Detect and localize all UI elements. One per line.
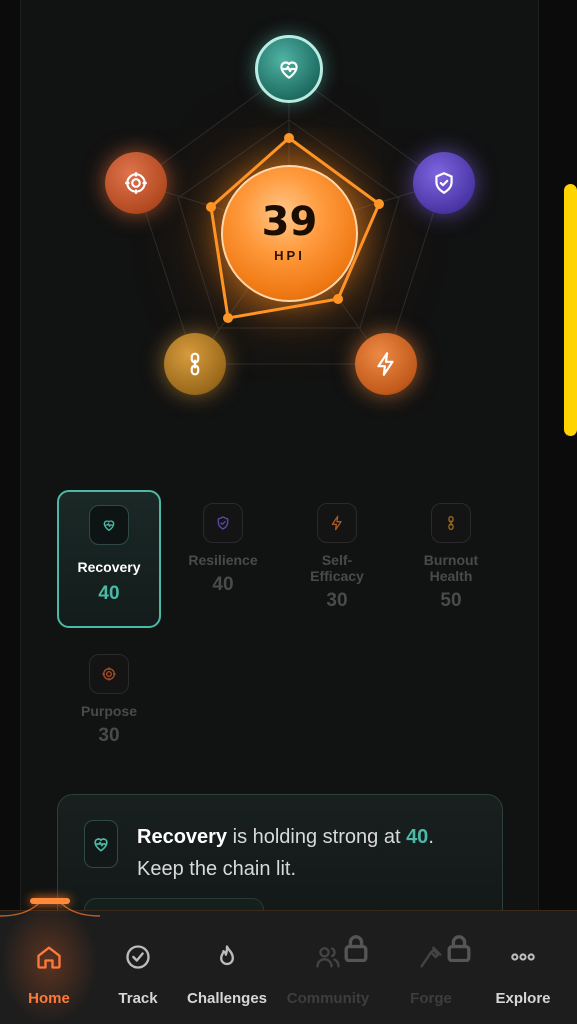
nav-item-forge[interactable]: Forge — [385, 935, 477, 1007]
metric-tile-recovery[interactable]: Recovery 40 — [57, 490, 161, 628]
metric-name: Recovery — [77, 559, 141, 575]
lightning-bolt-icon — [317, 503, 357, 543]
hpi-radar-chart: 39 HPI — [0, 0, 577, 470]
hpi-score-value: 39 — [261, 199, 318, 245]
hpi-score-label: HPI — [274, 248, 305, 263]
hammer-icon — [420, 946, 442, 968]
metric-name: Purpose — [80, 703, 137, 719]
purpose-orb[interactable] — [105, 152, 167, 214]
metric-tile-self-efficacy[interactable]: Self- Efficacy 30 — [285, 503, 389, 612]
metric-tile-purpose[interactable]: Purpose 30 — [57, 654, 161, 747]
insight-line2: Keep the chain lit. — [137, 858, 296, 880]
insight-text: Recovery is holding strong at 40. Keep t… — [137, 821, 487, 885]
active-tab-indicator — [0, 896, 100, 918]
hpi-score-orb[interactable]: 39 HPI — [221, 165, 358, 302]
home-icon — [37, 946, 61, 969]
self-efficacy-orb[interactable] — [355, 333, 417, 395]
metric-value: 40 — [98, 583, 120, 604]
shield-check-icon — [435, 172, 453, 194]
nav-label: Track — [118, 990, 158, 1007]
flame-icon — [220, 945, 234, 966]
nav-label: Forge — [410, 990, 452, 1007]
metric-name: Self- Efficacy — [310, 552, 364, 584]
resilience-orb[interactable] — [413, 152, 475, 214]
check-circle-icon — [126, 945, 150, 969]
insight-metric-name: Recovery — [137, 826, 228, 848]
lock-icon — [344, 935, 368, 962]
users-icon — [316, 947, 340, 968]
more-dots-icon — [511, 953, 535, 961]
metric-tile-resilience[interactable]: Resilience 40 — [171, 503, 275, 596]
nav-label: Explore — [495, 990, 551, 1007]
metric-value: 30 — [326, 590, 348, 611]
nav-label: Challenges — [186, 990, 268, 1007]
target-icon — [89, 654, 129, 694]
insight-metric-value: 40 — [406, 826, 429, 848]
nav-item-community[interactable]: Community — [282, 935, 374, 1007]
metric-value: 40 — [212, 574, 234, 595]
nav-label: Home — [28, 990, 70, 1007]
insight-end-text: . — [428, 826, 434, 848]
recovery-orb[interactable] — [255, 35, 323, 103]
burnout-health-orb[interactable] — [164, 333, 226, 395]
metric-name: Burnout Health — [423, 552, 479, 584]
nav-item-home[interactable]: Home — [3, 940, 95, 1007]
heart-pulse-icon — [280, 61, 298, 79]
lightning-bolt-icon — [377, 352, 394, 376]
target-icon — [125, 172, 147, 194]
chain-link-icon — [431, 503, 471, 543]
nav-item-track[interactable]: Track — [92, 940, 184, 1007]
nav-item-challenges[interactable]: Challenges — [181, 940, 273, 1007]
metric-tile-burnout-health[interactable]: Burnout Health 50 — [399, 503, 503, 612]
metric-value: 30 — [98, 725, 120, 746]
heart-pulse-icon — [84, 820, 118, 868]
chain-link-icon — [190, 352, 200, 376]
metric-name: Resilience — [188, 552, 258, 568]
nav-label: Community — [286, 990, 370, 1007]
insight-middle-text: is holding strong at — [227, 826, 407, 848]
nav-item-explore[interactable]: Explore — [477, 940, 569, 1007]
lock-icon — [447, 935, 471, 962]
metric-value: 50 — [440, 590, 462, 611]
shield-check-icon — [203, 503, 243, 543]
heart-pulse-icon — [89, 505, 129, 545]
